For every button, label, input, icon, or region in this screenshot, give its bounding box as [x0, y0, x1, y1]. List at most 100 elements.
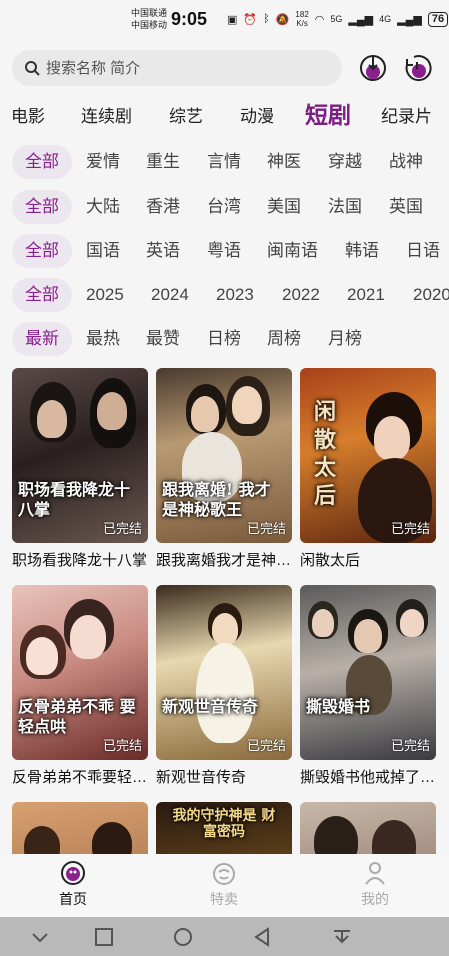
- status-time: 9:05: [171, 9, 208, 29]
- tab-movies[interactable]: 电影: [11, 102, 45, 127]
- search-bar[interactable]: [12, 50, 342, 86]
- tab-variety[interactable]: 综艺: [169, 102, 203, 127]
- filter-chip[interactable]: 英国: [389, 190, 423, 224]
- filter-chip[interactable]: 全部: [12, 190, 72, 224]
- filter-chip[interactable]: 最新: [12, 322, 72, 356]
- drama-card[interactable]: 职场看我降龙十八掌 已完结 职场看我降龙十八掌: [12, 368, 148, 570]
- filter-chip[interactable]: 最热: [86, 322, 120, 356]
- tab-short-drama[interactable]: 短剧: [305, 96, 351, 130]
- poster-image[interactable]: 反骨弟弟不乖 要轻点哄 已完结: [12, 585, 148, 760]
- carrier-info: 中国联通 中国移动: [131, 7, 167, 31]
- filter-chip[interactable]: 穿越: [328, 145, 362, 179]
- filter-chip[interactable]: 2022: [282, 278, 320, 312]
- sale-icon: [213, 863, 235, 885]
- carrier-1: 中国联通: [131, 8, 168, 18]
- filter-chip[interactable]: 2025: [86, 278, 124, 312]
- card-title[interactable]: 跟我离婚我才是神秘歌王: [156, 549, 292, 570]
- nfc-icon: ▣: [227, 13, 238, 26]
- filter-chip[interactable]: 全部: [12, 234, 72, 268]
- carrier-2: 中国移动: [131, 20, 168, 30]
- filter-chip[interactable]: 2021: [347, 278, 385, 312]
- poster-title: 职场看我降龙十八掌: [18, 480, 131, 519]
- filter-chip[interactable]: 周榜: [267, 322, 301, 356]
- drama-card[interactable]: 反骨弟弟不乖 要轻点哄 已完结 反骨弟弟不乖要轻点哄: [12, 585, 148, 787]
- filter-chip[interactable]: 2020: [413, 278, 449, 312]
- filter-chip[interactable]: 最赞: [146, 322, 180, 356]
- tab-sale[interactable]: 特卖: [189, 860, 259, 909]
- signal-bars-icon: ▂▄▆: [397, 13, 422, 26]
- drama-card[interactable]: 闲散太后 已完结 闲散太后: [300, 368, 436, 570]
- mute-icon: 🔕: [275, 13, 290, 26]
- bluetooth-icon: ᛒ: [263, 13, 270, 25]
- filter-chip[interactable]: 粤语: [207, 234, 241, 268]
- tab-home[interactable]: 首页: [38, 860, 108, 909]
- bottom-tab-bar: 首页 特卖 我的: [0, 854, 449, 917]
- filter-chip[interactable]: 战神: [389, 145, 423, 179]
- filter-language: 全部 国语 英语 粤语 闽南语 韩语 日语: [0, 234, 449, 268]
- tab-series[interactable]: 连续剧: [81, 102, 132, 127]
- filter-chip[interactable]: 美国: [267, 190, 301, 224]
- filter-chip[interactable]: 全部: [12, 278, 72, 312]
- status-badge: 已完结: [102, 738, 142, 753]
- chevron-down-icon[interactable]: [29, 927, 51, 947]
- drama-card[interactable]: 跟我离婚! 我才是神秘歌王 已完结 跟我离婚我才是神秘歌王: [156, 368, 292, 570]
- poster-image[interactable]: 撕毁婚书 已完结: [300, 585, 436, 760]
- status-badge: 已完结: [246, 521, 286, 536]
- poster-image[interactable]: 跟我离婚! 我才是神秘歌王 已完结: [156, 368, 292, 543]
- poster-image[interactable]: 职场看我降龙十八掌 已完结: [12, 368, 148, 543]
- card-title[interactable]: 撕毁婚书他戒掉了恋爱脑: [300, 766, 436, 787]
- drama-card[interactable]: 撕毁婚书 已完结 撕毁婚书他戒掉了恋爱脑: [300, 585, 436, 787]
- history-icon[interactable]: [402, 53, 432, 83]
- filter-chip[interactable]: 日榜: [207, 322, 241, 356]
- download-icon[interactable]: [358, 53, 388, 83]
- drama-card[interactable]: 新观世音传奇 已完结 新观世音传奇: [156, 585, 292, 787]
- filter-chip[interactable]: 香港: [146, 190, 180, 224]
- category-tabs: 电影 连续剧 综艺 动漫 短剧 纪录片: [0, 96, 449, 130]
- card-title[interactable]: 闲散太后: [300, 549, 436, 570]
- status-badge: 已完结: [390, 521, 430, 536]
- filter-genre: 全部 爱情 重生 言情 神医 穿越 战神: [0, 145, 449, 179]
- filter-chip[interactable]: 韩语: [345, 234, 379, 268]
- card-title[interactable]: 反骨弟弟不乖要轻点哄: [12, 766, 148, 787]
- poster-image[interactable]: 闲散太后 已完结: [300, 368, 436, 543]
- poster-title: 我的守护神是 财富密码: [172, 808, 276, 840]
- back-icon[interactable]: [252, 927, 274, 947]
- poster-title: 撕毁婚书: [306, 697, 371, 716]
- poster-image[interactable]: 新观世音传奇 已完结: [156, 585, 292, 760]
- tab-profile[interactable]: 我的: [340, 860, 410, 909]
- search-input[interactable]: [46, 59, 316, 77]
- home-button-icon[interactable]: [172, 927, 194, 947]
- filter-chip[interactable]: 国语: [86, 234, 120, 268]
- filter-region: 全部 大陆 香港 台湾 美国 法国 英国: [0, 190, 449, 224]
- profile-icon: [365, 862, 385, 885]
- tab-label: 特卖: [210, 891, 238, 907]
- filter-chip[interactable]: 神医: [267, 145, 301, 179]
- filter-chip[interactable]: 2024: [151, 278, 189, 312]
- filter-chip[interactable]: 法国: [328, 190, 362, 224]
- filter-chip[interactable]: 日语: [406, 234, 440, 268]
- filter-chip[interactable]: 闽南语: [267, 234, 318, 268]
- tab-documentary[interactable]: 纪录片: [381, 102, 432, 127]
- filter-chip[interactable]: 言情: [207, 145, 241, 179]
- filter-chip[interactable]: 大陆: [86, 190, 120, 224]
- card-title[interactable]: 新观世音传奇: [156, 766, 292, 787]
- recent-apps-icon[interactable]: [93, 927, 115, 947]
- signal-4g: 4G: [379, 14, 392, 24]
- poster-title: 反骨弟弟不乖 要轻点哄: [18, 697, 136, 736]
- status-badge: 已完结: [102, 521, 142, 536]
- filter-chip[interactable]: 月榜: [328, 322, 362, 356]
- alarm-icon: ⏰: [243, 13, 258, 26]
- poster-title: 跟我离婚! 我才是神秘歌王: [162, 480, 271, 519]
- tab-anime[interactable]: 动漫: [240, 102, 274, 127]
- home-icon: [61, 861, 85, 885]
- status-badge: 已完结: [246, 738, 286, 753]
- poster-title: 新观世音传奇: [162, 697, 259, 716]
- filter-chip[interactable]: 爱情: [86, 145, 120, 179]
- notification-drawer-icon[interactable]: [331, 927, 353, 947]
- filter-chip[interactable]: 台湾: [207, 190, 241, 224]
- filter-chip[interactable]: 重生: [146, 145, 180, 179]
- card-title[interactable]: 职场看我降龙十八掌: [12, 549, 148, 570]
- filter-chip[interactable]: 英语: [146, 234, 180, 268]
- filter-chip[interactable]: 2023: [216, 278, 254, 312]
- filter-chip[interactable]: 全部: [12, 145, 72, 179]
